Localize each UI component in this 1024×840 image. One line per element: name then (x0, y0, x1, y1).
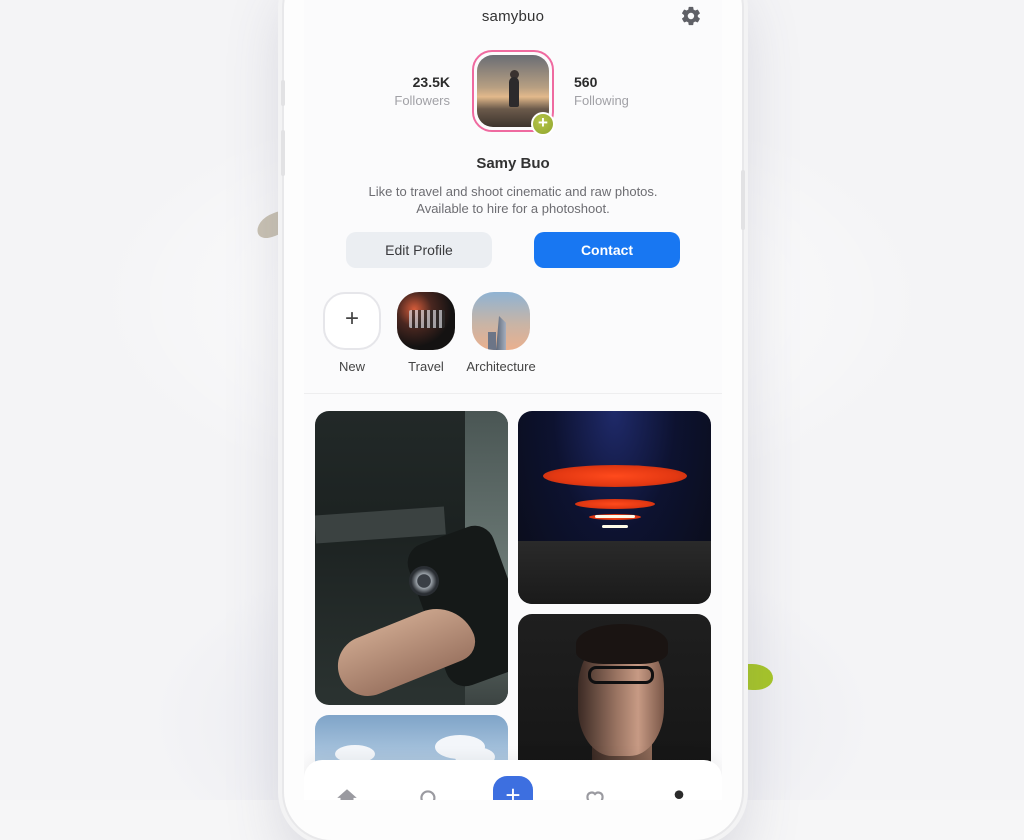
profile-icon[interactable] (666, 786, 692, 800)
add-story-badge[interactable]: + (531, 112, 555, 136)
username: samybuo (481, 8, 545, 25)
highlight-label: Architecture (466, 359, 536, 374)
photo-tile-watch[interactable] (315, 411, 508, 705)
top-bar: samybuo (304, 0, 722, 34)
profile-screen: samybuo 23.5K Followers 560 Following Sa… (304, 0, 722, 800)
bio-line: Like to travel and shoot cinematic and r… (368, 184, 658, 199)
followers-count: 23.5K (412, 74, 450, 90)
highlight-label: Travel (408, 359, 444, 374)
phone-side-button (741, 170, 745, 230)
followers-stat[interactable]: 23.5K Followers (386, 74, 450, 108)
highlight-thumb (397, 292, 455, 350)
highlight-new[interactable]: + New (312, 292, 392, 374)
heart-icon[interactable] (582, 786, 608, 800)
following-stat[interactable]: 560 Following (574, 74, 654, 108)
highlight-thumb: + (323, 292, 381, 350)
contact-button[interactable]: Contact (534, 232, 680, 268)
phone-side-button (281, 130, 285, 176)
profile-bio: Like to travel and shoot cinematic and r… (304, 183, 722, 217)
home-icon[interactable] (334, 786, 360, 800)
plus-icon: + (344, 305, 359, 332)
phone-side-button (281, 80, 285, 106)
followers-label: Followers (394, 93, 450, 108)
highlight-thumb (472, 292, 530, 350)
following-count: 560 (574, 74, 598, 90)
bottom-nav: + (304, 760, 722, 800)
highlight-label: New (338, 359, 365, 374)
divider (304, 393, 722, 394)
search-icon[interactable] (416, 786, 442, 800)
edit-profile-button[interactable]: Edit Profile (346, 232, 492, 268)
photo-tile-station[interactable] (518, 411, 711, 604)
profile-name: Samy Buo (476, 155, 550, 172)
highlight-travel[interactable]: Travel (386, 292, 466, 374)
bio-line: Available to hire for a photoshoot. (416, 201, 610, 216)
gear-icon[interactable] (680, 5, 702, 27)
following-label: Following (574, 93, 629, 108)
add-icon[interactable]: + (493, 776, 533, 800)
highlight-architecture[interactable]: Architecture (461, 292, 541, 374)
